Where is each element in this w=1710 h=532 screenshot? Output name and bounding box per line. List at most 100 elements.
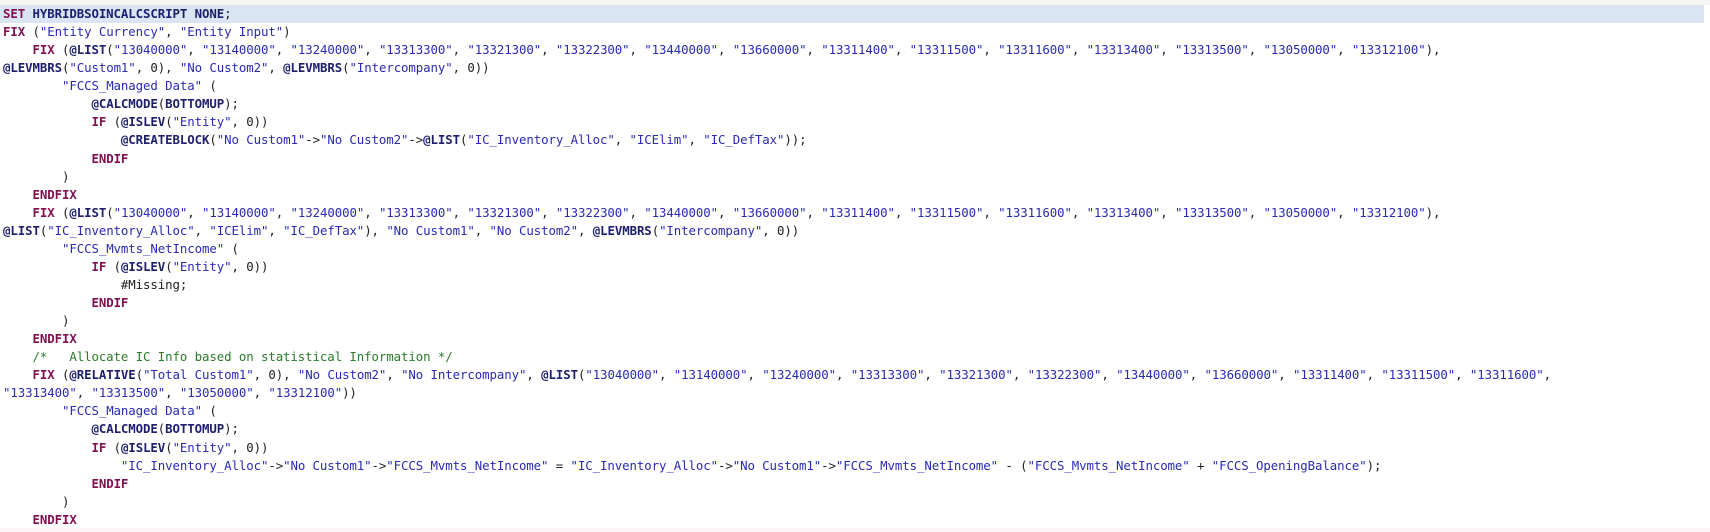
code-line[interactable]: ) [0,168,1710,186]
string-token: "13240000" [762,367,836,383]
code-line[interactable]: ENDFIX [0,511,1710,529]
plain-token: , [894,204,910,220]
plain-token: , [187,204,203,220]
code-line[interactable]: IF (@ISLEV("Entity", 0)) [0,113,1710,131]
plain-token: , [194,222,210,238]
string-token: "Entity" [172,258,232,274]
plain-token: ), [364,222,387,238]
string-token: "13313500" [91,385,166,401]
plain-token: , [275,42,291,58]
code-line[interactable]: FIX (@LIST("13040000", "13140000", "1324… [0,41,1710,59]
string-token: "FCCS_Mvmts_NetIncome" [386,457,549,473]
code-line-current[interactable]: SET HYBRIDBSOINCALCSCRIPT NONE; [0,5,1704,24]
code-line[interactable]: ENDIF [0,475,1710,493]
plain-token: , [983,204,999,220]
string-token: "13040000" [113,42,188,58]
plain-token: , [835,367,851,383]
code-line[interactable]: "13313400", "13313500", "13050000", "133… [0,384,1710,402]
string-token: "Entity Currency" [39,24,166,40]
plain-token: , [1071,204,1087,220]
keyword-token: SET [3,6,33,21]
code-line[interactable]: FIX ("Entity Currency", "Entity Input") [0,23,1710,41]
keyword-token: ENDIF [91,150,129,166]
code-line[interactable]: /* Allocate IC Info based on statistical… [0,348,1710,366]
plain-token: , [268,60,284,76]
code-line[interactable]: "FCCS_Managed Data" ( [0,77,1710,95]
string-token: "13321300" [467,204,542,220]
code-line[interactable]: #Missing; [0,276,1710,294]
string-token: "13313400" [1086,42,1161,58]
keyword-token: ENDFIX [32,511,77,527]
code-line[interactable]: ) [0,493,1710,511]
plain-token: , [364,42,379,58]
code-line[interactable]: "FCCS_Managed Data" ( [0,402,1710,420]
keyword-token: FIX [32,42,62,58]
code-line[interactable]: ENDIF [0,150,1710,168]
comment-token: /* Allocate IC Info based on statistical… [32,349,453,365]
keyword-token: ENDIF [91,295,129,310]
code-line[interactable]: @CREATEBLOCK("No Custom1"->"No Custom2"-… [0,131,1710,149]
code-line[interactable]: ENDFIX [0,330,1710,348]
string-token: "13050000" [1263,204,1338,220]
plain-token: , 0)) [231,439,269,455]
string-token: "13311500" [909,42,984,58]
keyword-token: FIX [32,204,62,220]
plain-token: -> [821,457,836,473]
string-token: "Intercompany" [349,60,453,76]
code-area[interactable]: SET HYBRIDBSOINCALCSCRIPT NONE; FIX ("Ent… [0,5,1710,529]
function-token: BOTTOMUP [165,421,225,437]
string-token: "13312100" [1351,204,1426,220]
string-token: "13322300" [555,204,630,220]
string-token: "Intercompany" [659,222,763,238]
string-token: "13313500" [1175,42,1249,58]
code-line[interactable]: ENDFIX [0,186,1710,204]
plain-token: , [268,222,284,238]
code-line[interactable]: FIX (@RELATIVE("Total Custom1", 0), "No … [0,366,1710,384]
code-line[interactable]: @LEVMBRS("Custom1", 0), "No Custom2", @L… [0,59,1710,77]
plain-token: , [659,367,674,383]
string-token: "13321300" [939,367,1013,383]
editor-bottom-border [0,528,1710,532]
string-token: "13311600" [1469,367,1544,383]
code-line[interactable]: ) [0,312,1710,330]
plain-token: ( [202,78,217,94]
string-token: "13313500" [1175,204,1249,220]
plain-token: , [165,24,180,40]
code-line[interactable]: "FCCS_Mvmts_NetIncome" ( [0,240,1710,258]
string-token: "FCCS_Managed Data" [61,403,202,419]
code-line[interactable]: ENDIF [0,294,1710,312]
plain-token: , [577,222,593,238]
plain-token: , [688,132,704,148]
function-token: @LIST [541,367,578,383]
function-token: @LIST [423,132,461,148]
string-token: "13240000" [290,204,365,220]
code-line[interactable]: @CALCMODE(BOTTOMUP); [0,95,1710,113]
string-token: "FCCS_Mvmts_NetIncome" [61,240,225,256]
plain-token: , [1337,42,1352,58]
code-line[interactable]: IF (@ISLEV("Entity", 0)) [0,439,1710,457]
string-token: "Custom1" [69,60,136,76]
code-line[interactable]: "IC_Inventory_Alloc"->"No Custom1"->"FCC… [0,457,1710,475]
code-line[interactable]: @CALCMODE(BOTTOMUP); [0,420,1710,438]
string-token: "13140000" [673,367,748,383]
plain-token: ) [283,24,291,40]
function-token: @CREATEBLOCK [120,132,210,148]
plain-token: ( [651,222,660,238]
plain-token: , [806,42,822,58]
function-token: @ISLEV [120,439,166,455]
code-line[interactable]: FIX (@LIST("13040000", "13140000", "1324… [0,204,1710,222]
string-token: "IC_DefTax" [703,132,785,148]
plain-token: , [924,367,940,383]
code-line[interactable]: @LIST ("IC_Inventory_Alloc", "ICElim", "I… [0,222,1710,240]
code-editor[interactable]: SET HYBRIDBSOINCALCSCRIPT NONE; FIX ("Ent… [0,0,1710,532]
code-line[interactable]: IF (@ISLEV("Entity", 0)) [0,258,1710,276]
